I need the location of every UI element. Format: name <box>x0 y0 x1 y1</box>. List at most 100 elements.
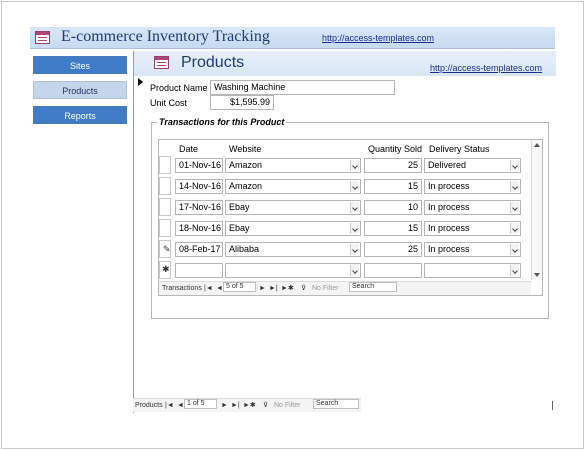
chevron-down-icon[interactable] <box>350 160 359 171</box>
filter-label[interactable]: No Filter <box>312 282 338 296</box>
website-select[interactable]: Alibaba <box>225 242 361 257</box>
filter-icon[interactable]: ⊽ <box>301 282 306 296</box>
chevron-down-icon[interactable] <box>350 223 359 234</box>
products-form: Products http://access-templates.com Pro… <box>133 51 556 413</box>
date-field[interactable]: 01-Nov-16 <box>175 158 223 173</box>
app-link[interactable]: http://access-templates.com <box>322 33 434 43</box>
column-header-quantity: Quantity Sold <box>368 144 423 154</box>
column-header-website: Website <box>229 144 262 154</box>
filter-label[interactable]: No Filter <box>274 399 300 413</box>
status-value: In process <box>428 244 470 254</box>
status-select[interactable]: In process <box>424 221 521 236</box>
website-value: Amazon <box>229 181 263 191</box>
form-icon <box>154 56 169 69</box>
chevron-down-icon[interactable] <box>510 202 519 213</box>
vertical-scrollbar[interactable] <box>531 140 542 280</box>
website-select[interactable]: Amazon <box>225 158 361 173</box>
navigator-label: Products <box>135 402 163 409</box>
status-select[interactable]: In process <box>424 179 521 194</box>
navigator-label: Transactions <box>162 285 202 292</box>
unit-cost-field[interactable]: $1,595.99 <box>210 95 274 110</box>
first-record-icon[interactable]: |◄ <box>204 282 213 296</box>
asterisk-icon: ✱ <box>162 264 170 274</box>
search-input[interactable]: Search <box>313 399 359 409</box>
date-field[interactable]: 14-Nov-16 <box>175 179 223 194</box>
scroll-down-icon[interactable] <box>534 273 540 277</box>
form-header: Products http://access-templates.com <box>134 51 556 76</box>
website-select[interactable] <box>225 263 361 278</box>
website-value: Alibaba <box>229 244 260 254</box>
date-field[interactable] <box>175 263 223 278</box>
next-record-icon[interactable]: ► <box>259 282 266 296</box>
status-select[interactable]: In process <box>424 200 521 215</box>
status-value: In process <box>428 202 470 212</box>
chevron-down-icon[interactable] <box>350 181 359 192</box>
quantity-field[interactable] <box>364 263 422 278</box>
previous-record-icon[interactable]: ◄ <box>216 282 223 296</box>
transactions-subform: Date Website Quantity Sold Delivery Stat… <box>158 139 543 296</box>
scroll-up-icon[interactable] <box>534 143 540 147</box>
website-select[interactable]: Ebay <box>225 221 361 236</box>
quantity-field[interactable]: 15 <box>364 221 422 236</box>
filter-icon[interactable]: ⊽ <box>263 399 268 413</box>
search-input[interactable]: Search <box>349 282 397 292</box>
website-value: Amazon <box>229 160 263 170</box>
quantity-field[interactable]: 25 <box>364 158 422 173</box>
chevron-down-icon[interactable] <box>510 181 519 192</box>
form-link[interactable]: http://access-templates.com <box>430 63 542 73</box>
chevron-down-icon[interactable] <box>350 202 359 213</box>
app-titlebar: E-commerce Inventory Tracking http://acc… <box>30 27 555 49</box>
unit-cost-label: Unit Cost <box>150 98 188 108</box>
chevron-down-icon[interactable] <box>350 265 359 276</box>
website-select[interactable]: Ebay <box>225 200 361 215</box>
chevron-down-icon[interactable] <box>510 265 519 276</box>
row-selector[interactable] <box>159 198 171 216</box>
row-selector[interactable] <box>159 156 171 174</box>
chevron-down-icon[interactable] <box>510 244 519 255</box>
next-record-icon[interactable]: ► <box>221 399 228 413</box>
transactions-group: Transactions for this Product Date Websi… <box>151 117 549 319</box>
product-name-label: Product Name <box>150 83 208 93</box>
quantity-field[interactable]: 25 <box>364 242 422 257</box>
first-record-icon[interactable]: |◄ <box>165 399 174 413</box>
row-selector[interactable]: ✱ <box>159 261 171 279</box>
quantity-field[interactable]: 15 <box>364 179 422 194</box>
form-title: Products <box>181 54 245 71</box>
status-value: In process <box>428 223 470 233</box>
new-record-icon[interactable]: ►✱ <box>281 282 294 296</box>
chevron-down-icon[interactable] <box>510 223 519 234</box>
record-selector-icon[interactable] <box>138 78 143 86</box>
row-selector[interactable]: ✎ <box>159 240 171 258</box>
status-value: Delivered <box>428 160 467 170</box>
column-header-date: Date <box>179 144 199 154</box>
column-header-status: Delivery Status <box>429 144 490 154</box>
chevron-down-icon[interactable] <box>350 244 359 255</box>
website-select[interactable]: Amazon <box>225 179 361 194</box>
last-record-icon[interactable]: ►| <box>231 399 240 413</box>
status-value: In process <box>428 181 470 191</box>
date-field[interactable]: 17-Nov-16 <box>175 200 223 215</box>
status-select[interactable]: In process <box>424 242 521 257</box>
row-selector[interactable] <box>159 219 171 237</box>
sidebar-item-sites[interactable]: Sites <box>33 56 127 74</box>
website-value: Ebay <box>229 223 250 233</box>
form-record-navigator: Products |◄ ◄ 1 of 5 ► ►| ►✱ ⊽ No Filter… <box>133 398 361 412</box>
date-field[interactable]: 08-Feb-17 <box>175 242 223 257</box>
new-record-icon[interactable]: ►✱ <box>243 399 256 413</box>
chevron-down-icon[interactable] <box>510 160 519 171</box>
status-select[interactable] <box>424 263 521 278</box>
quantity-field[interactable]: 10 <box>364 200 422 215</box>
group-title: Transactions for this Product <box>157 117 287 127</box>
pencil-icon: ✎ <box>163 244 171 254</box>
sidebar-item-reports[interactable]: Reports <box>33 106 127 124</box>
last-record-icon[interactable]: ►| <box>269 282 278 296</box>
record-counter[interactable]: 5 of 5 <box>223 282 256 292</box>
sidebar-item-products[interactable]: Products <box>33 81 127 99</box>
previous-record-icon[interactable]: ◄ <box>177 399 184 413</box>
record-counter[interactable]: 1 of 5 <box>184 399 217 409</box>
row-selector[interactable] <box>159 177 171 195</box>
date-field[interactable]: 18-Nov-16 <box>175 221 223 236</box>
product-name-field[interactable]: Washing Machine <box>210 80 395 95</box>
form-icon <box>35 31 50 44</box>
status-select[interactable]: Delivered <box>424 158 521 173</box>
